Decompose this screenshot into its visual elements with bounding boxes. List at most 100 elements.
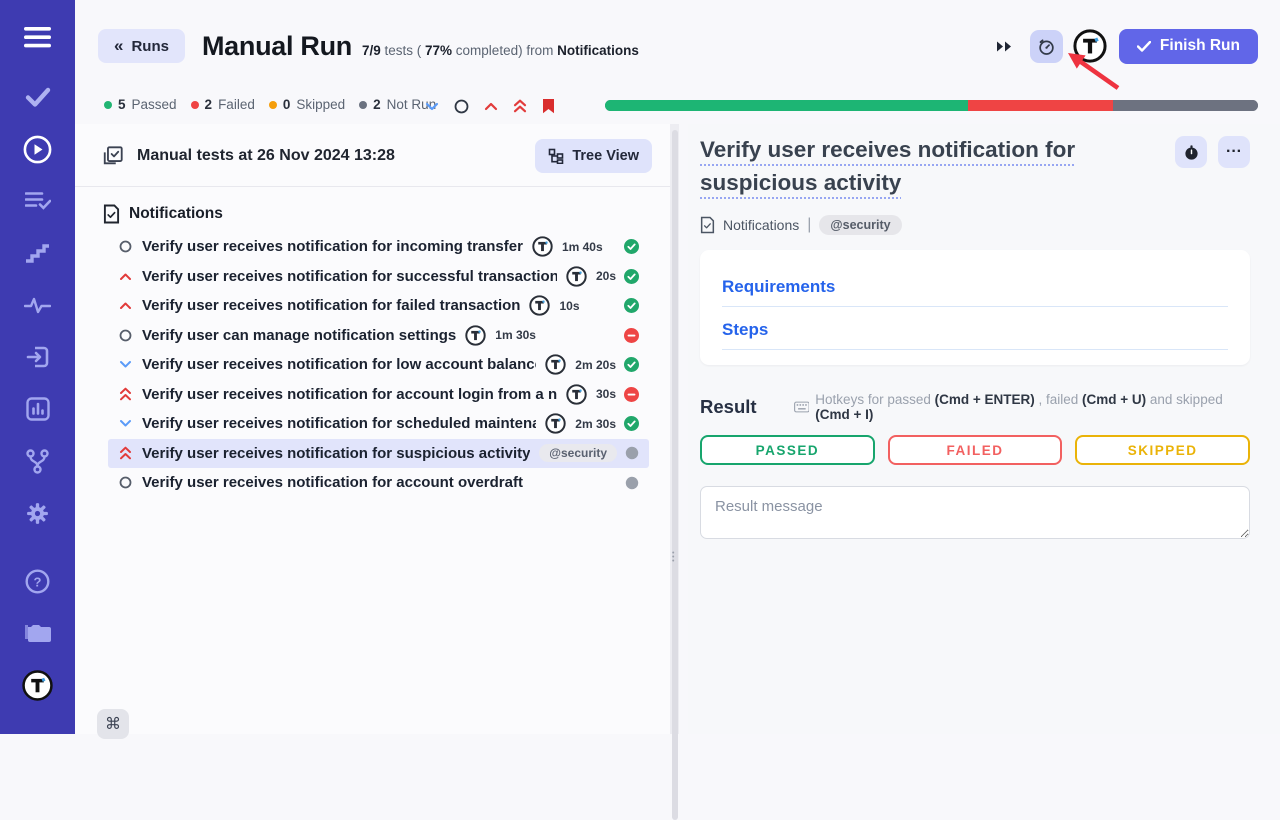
breadcrumb-suite[interactable]: Notifications (723, 217, 799, 233)
stopwatch-icon (1037, 37, 1056, 56)
section-requirements[interactable]: Requirements (722, 277, 1228, 307)
status-passed-icon (616, 298, 639, 313)
run-stats: 7/9 tests ( 77% completed) from Notifica… (362, 43, 639, 58)
test-title: Verify user receives notification for su… (142, 445, 530, 462)
runs-play-icon[interactable] (21, 136, 55, 162)
test-title: Verify user receives notification for ac… (142, 474, 523, 491)
progress-notrun (1113, 100, 1258, 111)
test-tag[interactable]: @security (539, 444, 617, 462)
failed-button[interactable]: FAILED (888, 435, 1063, 465)
passed-button[interactable]: PASSED (700, 435, 875, 465)
test-row-selected[interactable]: Verify user receives notification for su… (108, 439, 649, 469)
priority-critical-icon (118, 387, 133, 401)
command-icon: ⌘ (105, 714, 121, 734)
hotkeys-hint: Hotkeys for passed (Cmd + ENTER) , faile… (794, 392, 1250, 422)
detail-test-title[interactable]: Verify user receives notification for su… (700, 133, 1175, 199)
test-detail-panel: Verify user receives notification for su… (688, 124, 1280, 734)
test-row[interactable]: Verify user can manage notification sett… (108, 321, 649, 351)
import-icon[interactable] (21, 344, 55, 370)
priority-low-icon (118, 360, 133, 369)
suite-document-icon (103, 204, 120, 224)
panel-divider-scrollbar[interactable]: ••• (670, 124, 679, 734)
test-row[interactable]: Verify user receives notification for in… (108, 232, 649, 262)
hotkeys-cmd-badge[interactable]: ⌘ (97, 709, 129, 739)
result-message-input[interactable] (700, 486, 1250, 539)
status-passed-icon (616, 416, 639, 431)
priority-filters (425, 98, 555, 114)
progress-passed (605, 100, 968, 111)
branches-icon[interactable] (21, 448, 55, 474)
hotkey-skipped: (Cmd + I) (815, 407, 873, 422)
settings-gear-icon[interactable] (21, 500, 55, 526)
run-progress-bar (605, 100, 1258, 111)
detail-tag[interactable]: @security (819, 215, 901, 235)
test-row[interactable]: Verify user receives notification for ac… (108, 380, 649, 410)
circle-outline-icon[interactable] (454, 99, 469, 114)
testomat-logo-icon[interactable] (21, 672, 55, 698)
more-options-button[interactable]: ··· (1218, 136, 1250, 168)
test-title: Verify user receives notification for sc… (142, 415, 536, 432)
projects-folder-icon[interactable] (21, 620, 55, 646)
hotkey-failed: (Cmd + U) (1082, 392, 1146, 407)
hotkey-passed: (Cmd + ENTER) (935, 392, 1035, 407)
test-duration: 30s (596, 387, 616, 401)
priority-low-icon (118, 419, 133, 428)
bookmark-icon[interactable] (542, 98, 555, 114)
test-title: Verify user receives notification for su… (142, 268, 557, 285)
divider-drag-handle: ••• (672, 552, 674, 564)
detail-timer-button[interactable] (1175, 136, 1207, 168)
timer-button[interactable] (1030, 30, 1063, 63)
suite-group-header[interactable]: Notifications (75, 187, 670, 232)
help-icon[interactable]: ? (21, 568, 55, 594)
test-row[interactable]: Verify user receives notification for su… (108, 262, 649, 292)
test-row[interactable]: Verify user receives notification for ac… (108, 468, 649, 498)
status-failed-icon (616, 387, 639, 402)
test-list-panel: Manual tests at 26 Nov 2024 13:28 Tree V… (75, 124, 670, 734)
check-icon (1137, 41, 1151, 52)
test-plans-icon[interactable] (21, 188, 55, 214)
result-heading: Result (700, 396, 757, 418)
passed-summary: 5Passed (104, 97, 177, 112)
analytics-icon[interactable] (21, 396, 55, 422)
pulse-icon[interactable] (21, 292, 55, 318)
scrollbar-thumb[interactable] (672, 130, 678, 820)
svg-text:?: ? (34, 574, 42, 589)
failed-summary: 2Failed (191, 97, 255, 112)
run-panel-title: Manual tests at 26 Nov 2024 13:28 (137, 147, 395, 165)
test-duration: 1m 40s (562, 240, 603, 254)
test-duration: 10s (559, 299, 579, 313)
back-to-runs-button[interactable]: « Runs (98, 29, 185, 63)
priority-normal-icon (118, 329, 133, 342)
chevron-down-icon[interactable] (425, 102, 439, 111)
tests-check-icon[interactable] (21, 84, 55, 110)
priority-critical-icon (118, 446, 133, 460)
testomat-logo-icon (532, 236, 553, 257)
test-title: Verify user receives notification for in… (142, 238, 523, 255)
test-row[interactable]: Verify user receives notification for lo… (108, 350, 649, 380)
status-notrun-icon (617, 446, 639, 460)
tree-view-button[interactable]: Tree View (535, 139, 652, 173)
breadcrumb-separator: | (807, 216, 811, 234)
finish-run-button[interactable]: Finish Run (1119, 29, 1258, 64)
status-passed-icon (616, 269, 639, 284)
status-summary: 5Passed 2Failed 0Skipped 2Not Run (104, 97, 436, 112)
failed-dot (191, 101, 199, 109)
fast-forward-icon[interactable] (992, 36, 1016, 57)
back-to-runs-label: Runs (131, 38, 169, 55)
menu-icon[interactable] (21, 24, 55, 50)
test-duration: 1m 30s (495, 328, 536, 342)
account-logo-button[interactable] (1073, 29, 1107, 63)
testomat-logo-icon (545, 413, 566, 434)
test-row[interactable]: Verify user receives notification for sc… (108, 409, 649, 439)
test-duration: 2m 30s (575, 417, 616, 431)
test-row[interactable]: Verify user receives notification for fa… (108, 291, 649, 321)
skipped-button[interactable]: SKIPPED (1075, 435, 1250, 465)
completed-pct: 77% (425, 43, 452, 58)
priority-high-icon (118, 301, 133, 310)
section-steps[interactable]: Steps (722, 320, 1228, 350)
test-title: Verify user can manage notification sett… (142, 327, 456, 344)
tree-view-icon (548, 148, 564, 164)
double-chevron-up-icon[interactable] (513, 99, 527, 113)
steps-icon[interactable] (21, 240, 55, 266)
chevron-up-icon[interactable] (484, 102, 498, 111)
